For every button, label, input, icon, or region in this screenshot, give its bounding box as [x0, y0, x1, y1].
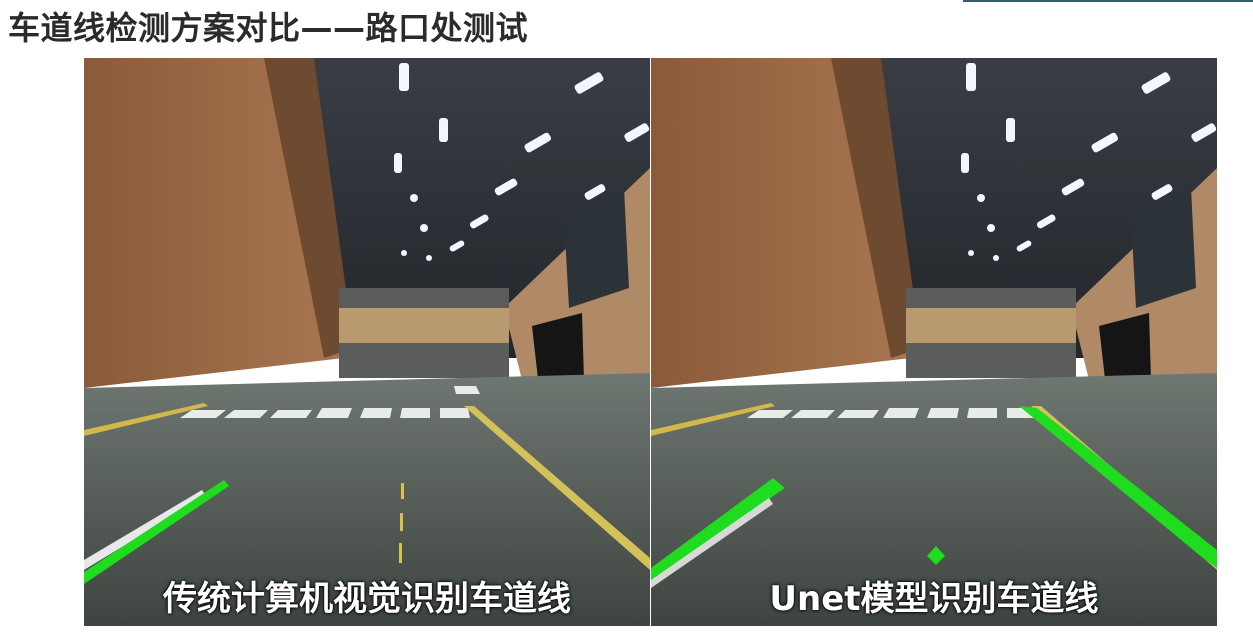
panel-traditional-cv: 传统计算机视觉识别车道线	[84, 58, 650, 626]
panel-caption: 传统计算机视觉识别车道线	[163, 579, 571, 619]
panel-caption: Unet模型识别车道线	[769, 579, 1099, 619]
slide-title: 车道线检测方案对比——路口处测试	[8, 9, 529, 47]
panel-unet-model: Unet模型识别车道线	[651, 58, 1217, 626]
indoor-track-scene-image	[651, 58, 1217, 626]
indoor-track-scene-image	[84, 58, 650, 626]
header-accent-line	[963, 0, 1253, 2]
